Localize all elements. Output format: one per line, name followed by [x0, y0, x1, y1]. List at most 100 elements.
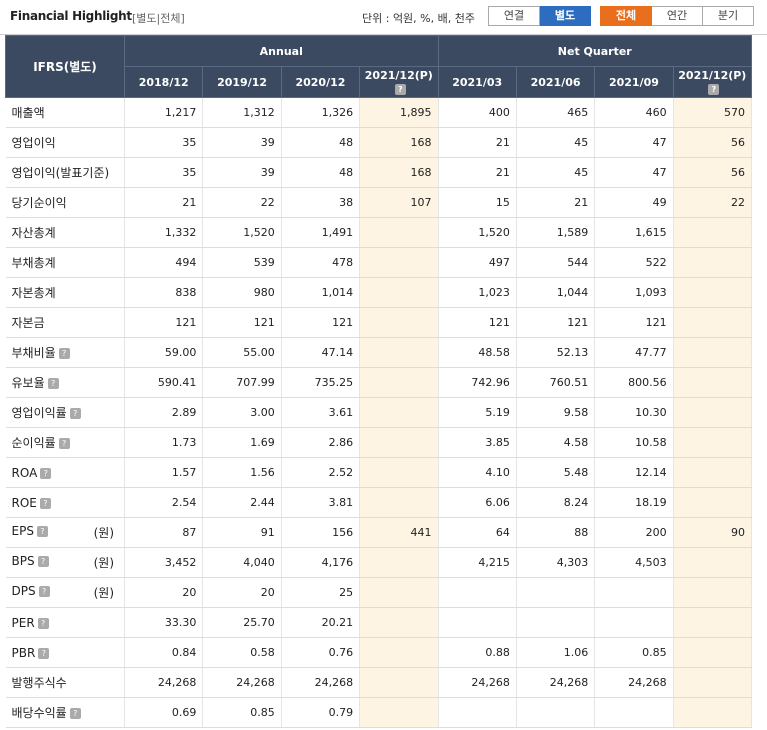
row-unit: (원) [93, 586, 114, 600]
row-label-text: 당기순이익 [11, 196, 67, 210]
table-cell [673, 397, 753, 428]
table-cell: 539 [202, 247, 282, 278]
table-cell: 3.00 [202, 397, 282, 428]
table-cell: 1,014 [281, 277, 361, 308]
table-cell: 121 [202, 307, 282, 338]
help-icon[interactable]: ? [36, 526, 48, 537]
quarter-button[interactable]: 분기 [703, 6, 754, 26]
table-cell: 1.56 [202, 457, 282, 488]
table-row: 영업이익률? 2.89 3.00 3.61 5.19 9.58 10.30 [5, 397, 753, 428]
table-cell: 56 [673, 157, 753, 188]
row-label: 유보율? [5, 367, 125, 398]
help-icon[interactable]: ? [394, 83, 406, 95]
row-label-text: 영업이익률 [11, 406, 67, 420]
table-cell: 838 [124, 277, 204, 308]
row-label: 영업이익(발표기준) [5, 157, 125, 188]
table-cell: 33.30 [124, 607, 204, 638]
annual-button[interactable]: 연간 [652, 6, 703, 26]
row-label-text: 자산총계 [11, 226, 56, 240]
column-header-label: 2018/12 [138, 75, 189, 89]
help-icon[interactable]: ? [69, 708, 81, 719]
table-cell: 47 [594, 127, 674, 158]
column-header-label: 2021/12(P) [678, 69, 747, 82]
table-cell: 88 [516, 517, 596, 548]
table-row: DPS? (원) 20 20 25 [5, 577, 753, 608]
table-cell [359, 577, 439, 608]
table-cell: 10.58 [594, 427, 674, 458]
table-cell [438, 577, 517, 608]
table-cell: 0.79 [281, 697, 361, 728]
table-cell: 168 [359, 157, 439, 188]
help-icon[interactable]: ? [40, 467, 52, 479]
table-cell [359, 397, 439, 428]
row-label: 자본금 [5, 307, 125, 338]
table-cell [359, 247, 439, 278]
column-header: 2021/12(P)? [359, 66, 439, 98]
table-cell [516, 697, 596, 728]
table-cell: 1,895 [359, 97, 439, 128]
table-row: 부채총계 494 539 478 497 544 522 [5, 247, 753, 278]
row-label-text: 유보율 [11, 376, 45, 390]
row-label: 발행주식수 [5, 667, 125, 698]
table-cell: 1,217 [124, 97, 204, 128]
table-cell: 48 [281, 127, 361, 158]
table-cell [516, 577, 596, 608]
table-cell: 4,303 [516, 547, 596, 578]
table-cell [673, 277, 753, 308]
table-cell: 2.86 [281, 427, 361, 458]
table-cell: 64 [438, 517, 517, 548]
table-row: BPS? (원) 3,452 4,040 4,176 4,215 4,303 4,503 [5, 547, 753, 578]
table-row: 매출액 1,217 1,312 1,326 1,895 400 465 460 570 [5, 97, 753, 128]
table-cell: 1,312 [202, 97, 282, 128]
help-icon[interactable]: ? [38, 647, 50, 659]
table-row: 영업이익(발표기준) 35 39 48 168 21 45 47 56 [5, 157, 753, 188]
row-label: 영업이익률? [5, 397, 125, 428]
table-cell: 8.24 [516, 487, 596, 518]
table-cell: 47.77 [594, 337, 674, 368]
table-cell [359, 217, 439, 248]
table-cell: 465 [516, 97, 596, 128]
quarter-header: Net Quarter [437, 35, 752, 67]
row-label-text: PER [11, 615, 35, 630]
table-cell [673, 217, 753, 248]
help-icon[interactable]: ? [58, 348, 70, 359]
row-label-text: 부채비율 [11, 346, 56, 360]
help-icon[interactable]: ? [37, 617, 49, 629]
table-cell: 52.13 [516, 337, 596, 368]
table-cell: 38 [281, 187, 361, 218]
help-icon[interactable]: ? [37, 556, 49, 567]
table-cell: 1.73 [124, 427, 204, 458]
table-cell [359, 277, 439, 308]
help-icon[interactable]: ? [58, 438, 70, 449]
table-cell [359, 427, 439, 458]
help-icon[interactable]: ? [39, 497, 51, 509]
table-cell [438, 697, 517, 728]
table-cell: 48.58 [438, 337, 517, 368]
table-cell: 48 [281, 157, 361, 188]
table-cell: 121 [124, 307, 204, 338]
table-cell: 0.88 [438, 637, 517, 668]
help-icon[interactable]: ? [38, 586, 50, 597]
table-cell: 3.85 [438, 427, 517, 458]
table-cell: 522 [594, 247, 674, 278]
all-button[interactable]: 전체 [600, 6, 652, 26]
row-label-text: 배당수익률 [11, 706, 67, 720]
help-icon[interactable]: ? [708, 83, 720, 95]
help-icon[interactable]: ? [69, 408, 81, 419]
table-cell: 4,503 [594, 547, 674, 578]
table-cell [594, 607, 674, 638]
table-cell: 2.52 [281, 457, 361, 488]
row-label-text: BPS [11, 554, 35, 568]
table-row: 발행주식수 24,268 24,268 24,268 24,268 24,268 24,26… [5, 667, 753, 698]
table-cell: 49 [594, 187, 674, 218]
table-cell: 21 [438, 127, 517, 158]
consolidated-button[interactable]: 연결 [488, 6, 540, 26]
row-label: BPS? (원) [5, 547, 125, 578]
row-label-text: 영업이익 [11, 136, 56, 150]
separate-button[interactable]: 별도 [540, 6, 591, 26]
table-cell: 5.19 [438, 397, 517, 428]
table-cell: 760.51 [516, 367, 596, 398]
help-icon[interactable]: ? [47, 378, 59, 389]
table-cell: 20 [202, 577, 282, 608]
row-label: 자산총계 [5, 217, 125, 248]
